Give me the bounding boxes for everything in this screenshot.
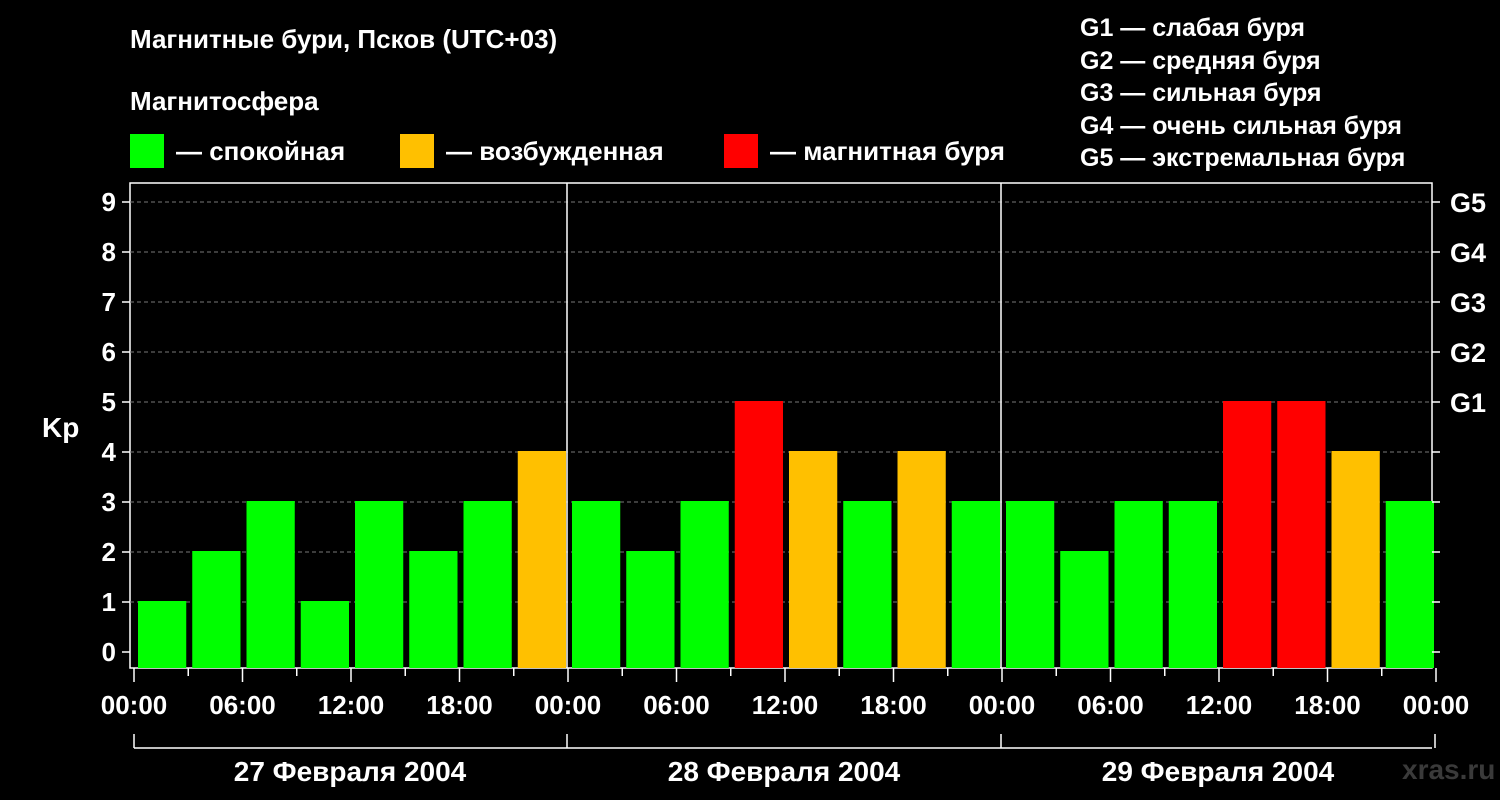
watermark: xras.ru bbox=[1402, 754, 1496, 785]
bar-6 bbox=[463, 501, 512, 668]
bar-23 bbox=[1385, 501, 1434, 668]
y-tick-label-0: 0 bbox=[102, 637, 116, 667]
bar-1 bbox=[192, 551, 241, 668]
bar-17 bbox=[1060, 551, 1109, 668]
bar-12 bbox=[789, 451, 838, 668]
x-tick-label-9: 06:00 bbox=[1077, 690, 1144, 720]
bar-21 bbox=[1277, 401, 1326, 668]
kp-bar-chart: 0 1 2 3 4 5 6 7 8 9 G1 G2 G3 G4 G5 00:00 06:00 12:00 18:00… bbox=[101, 182, 1486, 787]
g-level-label-g5: G5 bbox=[1450, 188, 1486, 218]
bar-7 bbox=[517, 451, 566, 668]
day-label-2: 29 Февраля 2004 bbox=[1102, 756, 1335, 787]
bar-9 bbox=[626, 551, 675, 668]
bar-11 bbox=[734, 401, 783, 668]
bar-22 bbox=[1331, 451, 1380, 668]
y-tick-label-4: 4 bbox=[102, 437, 117, 467]
bar-4 bbox=[355, 501, 404, 668]
g-level-label-g1: G1 bbox=[1450, 388, 1486, 418]
bar-14 bbox=[897, 451, 946, 668]
x-tick-label-11: 18:00 bbox=[1294, 690, 1361, 720]
bar-15 bbox=[951, 501, 1000, 668]
bar-3 bbox=[300, 601, 349, 668]
bar-20 bbox=[1223, 401, 1272, 668]
y-tick-label-9: 9 bbox=[102, 187, 116, 217]
bar-16 bbox=[1006, 501, 1055, 668]
x-tick-label-10: 12:00 bbox=[1186, 690, 1253, 720]
bar-10 bbox=[680, 501, 729, 668]
day-label-0: 27 Февраля 2004 bbox=[234, 756, 467, 787]
y-tick-label-7: 7 bbox=[102, 287, 116, 317]
bar-0 bbox=[138, 601, 187, 668]
y-tick-label-1: 1 bbox=[102, 587, 116, 617]
bar-19 bbox=[1168, 501, 1217, 668]
x-tick-label-4: 00:00 bbox=[535, 690, 602, 720]
bar-5 bbox=[409, 551, 458, 668]
y-tick-label-5: 5 bbox=[102, 387, 116, 417]
bar-2 bbox=[246, 501, 295, 668]
y-tick-label-6: 6 bbox=[102, 337, 116, 367]
y-tick-label-3: 3 bbox=[102, 487, 116, 517]
g-level-label-g2: G2 bbox=[1450, 338, 1486, 368]
x-tick-label-2: 12:00 bbox=[318, 690, 385, 720]
y-tick-label-2: 2 bbox=[102, 537, 116, 567]
bar-8 bbox=[572, 501, 621, 668]
x-tick-label-6: 12:00 bbox=[752, 690, 819, 720]
g-level-label-g3: G3 bbox=[1450, 288, 1486, 318]
x-tick-label-3: 18:00 bbox=[426, 690, 493, 720]
x-tick-label-12: 00:00 bbox=[1403, 690, 1470, 720]
g-level-label-g4: G4 bbox=[1450, 238, 1486, 268]
x-tick-label-7: 18:00 bbox=[860, 690, 927, 720]
day-label-1: 28 Февраля 2004 bbox=[668, 756, 901, 787]
x-tick-label-8: 00:00 bbox=[969, 690, 1036, 720]
bar-13 bbox=[843, 501, 892, 668]
x-tick-label-5: 06:00 bbox=[643, 690, 710, 720]
x-tick-label-1: 06:00 bbox=[209, 690, 276, 720]
y-tick-label-8: 8 bbox=[102, 237, 116, 267]
x-tick-label-0: 00:00 bbox=[101, 690, 168, 720]
bar-18 bbox=[1114, 501, 1163, 668]
